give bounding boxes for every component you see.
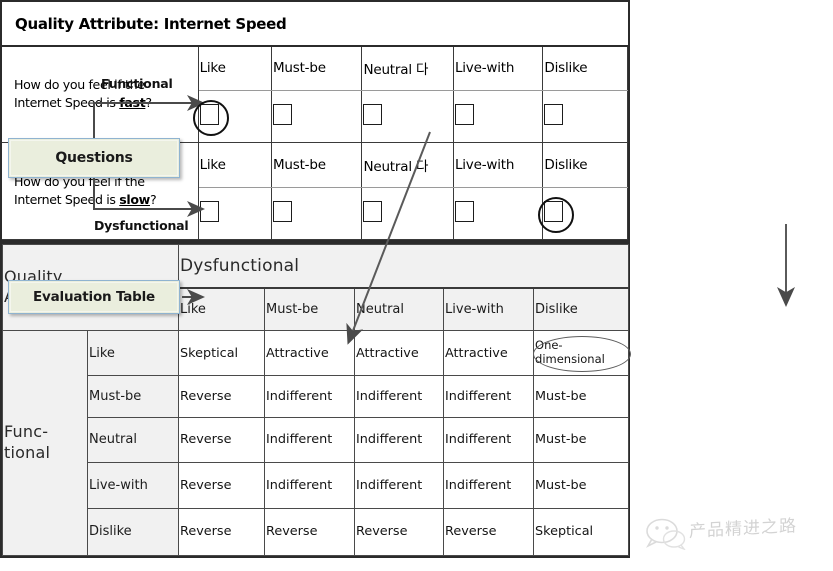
checkbox-cell-functional-neutral[interactable] xyxy=(361,89,454,143)
callout-evaluation-table[interactable]: Evaluation Table xyxy=(8,280,180,314)
row-group-label-line-2: tional xyxy=(4,442,51,462)
eval-cell-must-be-live-with: Indifferent xyxy=(443,375,535,418)
eval-cell-neutral-live-with: Indifferent xyxy=(443,416,535,464)
option-header-must-be: Must-be xyxy=(270,141,363,188)
callout-questions[interactable]: Questions xyxy=(8,138,180,178)
option-header-like: Like xyxy=(197,141,272,188)
table-row: Dislike Reverse Reverse Reverse Reverse … xyxy=(3,507,630,557)
eval-cell-live-with-dislike: Must-be xyxy=(533,462,630,509)
eval-cell-live-with-like: Reverse xyxy=(178,462,266,509)
checkbox-cell-dysfunctional-neutral[interactable] xyxy=(361,186,454,241)
checkbox-cell-functional-must-be[interactable] xyxy=(270,89,363,143)
option-header-dislike: Dislike xyxy=(542,141,628,188)
eval-row-header-neutral: Neutral xyxy=(86,416,180,464)
eval-cell-dislike-live-with: Reverse xyxy=(443,507,535,557)
checkbox-cell-functional-like[interactable] xyxy=(193,89,272,143)
branch-label-functional: Functional xyxy=(101,76,173,91)
eval-cell-dislike-like: Reverse xyxy=(178,507,266,557)
eval-cell-neutral-neutral: Indifferent xyxy=(354,416,445,464)
watermark: 产品精进之路 xyxy=(645,516,825,556)
checkbox-icon[interactable] xyxy=(199,200,219,222)
eval-cell-dislike-neutral: Reverse xyxy=(354,507,445,557)
eval-row-header-like: Like xyxy=(86,329,180,377)
checkbox-icon[interactable] xyxy=(199,103,219,125)
eval-cell-must-be-neutral: Indifferent xyxy=(354,375,445,418)
eval-cell-dislike-dislike: Skeptical xyxy=(533,507,630,557)
table-row: Func- tional Like Skeptical Attractive A… xyxy=(2,329,632,557)
option-header-neutral: Neutral 다 xyxy=(361,45,454,91)
eval-cell-neutral-must-be: Indifferent xyxy=(264,416,356,464)
eval-cell-must-be-dislike: Must-be xyxy=(533,375,630,418)
eval-row-header-live-with: Live-with xyxy=(86,462,180,509)
callout-questions-label: Questions xyxy=(55,150,133,166)
checkbox-icon[interactable] xyxy=(454,200,474,222)
option-header-must-be: Must-be xyxy=(270,45,363,91)
checkbox-icon[interactable] xyxy=(272,103,292,125)
checkbox-cell-dysfunctional-like[interactable] xyxy=(197,186,272,241)
highlighted-result-one-dimensional: One-dimensional xyxy=(533,335,632,373)
eval-cell-like-must-be: Attractive xyxy=(264,329,356,377)
eval-col-header-neutral: Neutral xyxy=(354,287,445,331)
eval-cell-must-be-like: Reverse xyxy=(178,375,266,418)
selection-highlight-dysfunctional xyxy=(537,197,574,234)
eval-row-header-must-be: Must-be xyxy=(86,375,180,418)
checkbox-icon[interactable] xyxy=(363,103,383,125)
checkbox-cell-dysfunctional-dislike[interactable] xyxy=(537,186,628,241)
option-header-live-with: Live-with xyxy=(452,45,544,91)
checkbox-cell-dysfunctional-live-with[interactable] xyxy=(452,186,544,241)
eval-cell-neutral-like: Reverse xyxy=(178,416,266,464)
option-header-neutral: Neutral 다 xyxy=(361,141,454,188)
eval-cell-dislike-must-be: Reverse xyxy=(264,507,356,557)
wechat-logo-icon xyxy=(645,518,686,551)
eval-cell-live-with-must-be: Indifferent xyxy=(264,462,356,509)
row-group-label-line-1: Func- xyxy=(4,422,49,442)
watermark-text: 产品精进之路 xyxy=(689,516,797,542)
eval-cell-live-with-neutral: Indifferent xyxy=(354,462,445,509)
question-text-functional: How do you feel if the Internet Speed is… xyxy=(2,45,199,143)
questionnaire-table: Quality Attribute: Internet Speed How do… xyxy=(0,0,630,242)
row-group-header-functional: Func- tional xyxy=(2,329,88,557)
questionnaire-title: Quality Attribute: Internet Speed xyxy=(2,2,628,48)
diagram-canvas: Questions Evaluation Table Functional Dy… xyxy=(0,0,833,571)
eval-cell-like-like: Skeptical xyxy=(178,329,266,377)
checkbox-cell-functional-live-with[interactable] xyxy=(452,89,544,143)
branch-label-dysfunctional: Dysfunctional xyxy=(94,218,189,233)
eval-cell-must-be-must-be: Indifferent xyxy=(264,375,356,418)
eval-col-header-dislike: Dislike xyxy=(533,287,630,331)
eval-row-header-dislike: Dislike xyxy=(86,507,180,557)
checkbox-icon[interactable] xyxy=(272,200,292,222)
checkbox-icon[interactable] xyxy=(544,103,564,125)
table-row: Live-with Reverse Indifferent Indifferen… xyxy=(3,462,630,509)
checkbox-icon[interactable] xyxy=(363,200,383,222)
option-header-like: Like xyxy=(197,45,272,91)
checkbox-cell-functional-dislike[interactable] xyxy=(542,89,628,143)
option-header-live-with: Live-with xyxy=(452,141,544,188)
callout-evaluation-table-label: Evaluation Table xyxy=(33,289,155,305)
question-line-2: Internet Speed is fast? xyxy=(14,95,152,111)
checkbox-icon[interactable] xyxy=(544,200,564,222)
eval-col-header-like: Like xyxy=(178,287,266,331)
eval-cell-live-with-live-with: Indifferent xyxy=(443,462,535,509)
checkbox-icon[interactable] xyxy=(454,103,474,125)
eval-col-header-live-with: Live-with xyxy=(443,287,535,331)
eval-cell-like-neutral: Attractive xyxy=(354,329,445,377)
option-header-dislike: Dislike xyxy=(542,45,628,91)
checkbox-cell-dysfunctional-must-be[interactable] xyxy=(270,186,363,241)
eval-cell-neutral-dislike: Must-be xyxy=(533,416,630,464)
question-line-2: Internet Speed is slow? xyxy=(14,191,157,207)
eval-cell-like-dislike: One-dimensional xyxy=(533,329,632,377)
table-row: Must-be Reverse Indifferent Indifferent … xyxy=(3,375,630,418)
column-group-header-dysfunctional: Dysfunctional xyxy=(178,243,630,289)
selection-highlight-functional xyxy=(193,100,230,137)
table-row: Neutral Reverse Indifferent Indifferent … xyxy=(3,416,630,464)
eval-cell-like-live-with: Attractive xyxy=(443,329,535,377)
eval-col-header-must-be: Must-be xyxy=(264,287,356,331)
